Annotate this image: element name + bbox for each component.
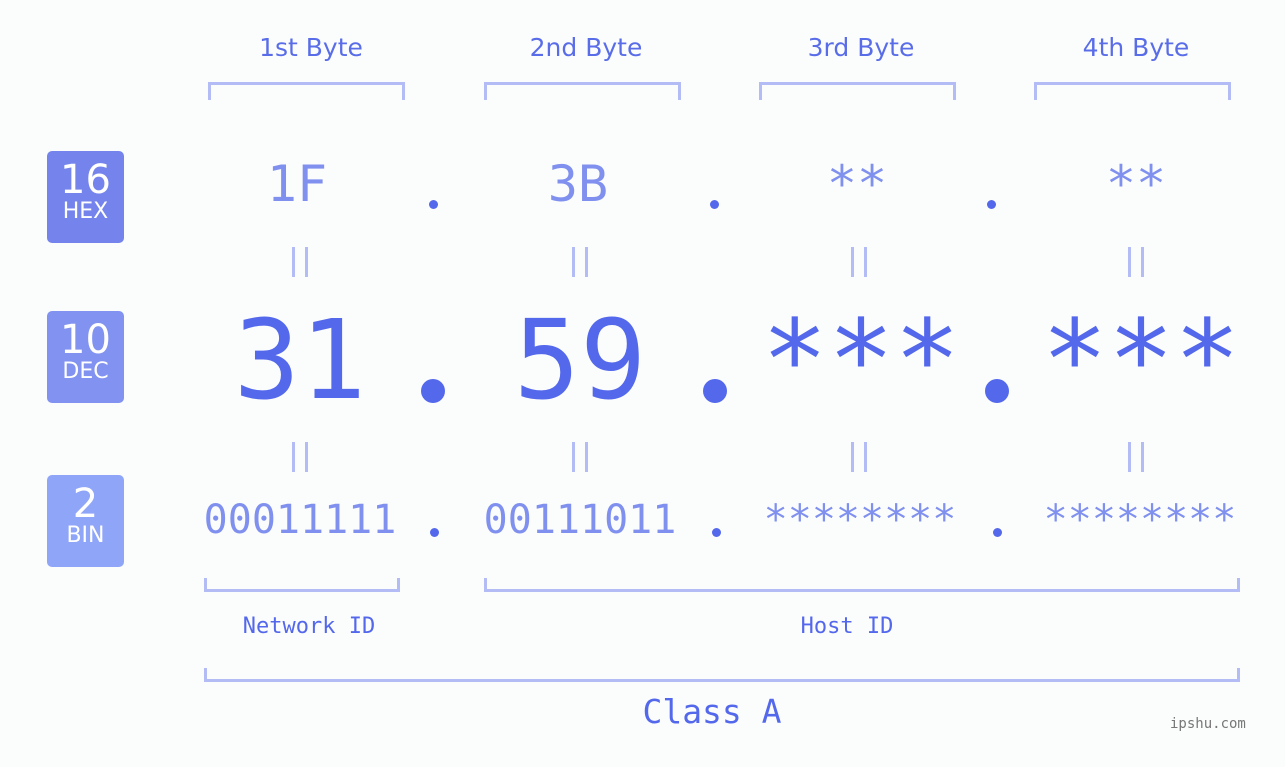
bin-octet-1: 00011111 — [203, 497, 397, 543]
dec-octet-2: 59 — [513, 296, 647, 424]
byte-header-2: 2nd Byte — [529, 33, 643, 62]
hex-octet-4: ** — [1105, 155, 1167, 213]
hex-octet-3: ** — [826, 155, 888, 213]
dec-badge-base: 10 — [60, 317, 111, 363]
equals-icon — [292, 247, 308, 277]
dec-octet-4: *** — [1041, 296, 1241, 424]
hex-badge-label: HEX — [62, 199, 109, 224]
hex-separator-dot — [987, 200, 996, 209]
bin-octet-2: 00111011 — [483, 497, 677, 543]
hex-badge-base: 16 — [60, 157, 111, 203]
hex-badge: 16 HEX — [47, 151, 124, 243]
dec-separator-dot — [985, 379, 1009, 403]
hex-separator-dot — [710, 200, 719, 209]
dec-separator-dot — [703, 379, 727, 403]
equals-icon — [572, 247, 588, 277]
dec-separator-dot — [421, 379, 445, 403]
class-label: Class A — [642, 692, 782, 731]
bin-badge-label: BIN — [66, 523, 105, 548]
host-id-label: Host ID — [800, 614, 894, 639]
hex-octet-1: 1F — [266, 155, 328, 213]
watermark: ipshu.com — [1170, 716, 1246, 732]
byte-bracket-2 — [484, 82, 681, 100]
byte-bracket-4 — [1034, 82, 1231, 100]
equals-icon — [851, 247, 867, 277]
dec-badge-label: DEC — [62, 359, 109, 384]
equals-icon — [292, 442, 308, 472]
network-id-label: Network ID — [242, 614, 376, 639]
dec-octet-3: *** — [761, 296, 961, 424]
equals-icon — [851, 442, 867, 472]
equals-icon — [1128, 247, 1144, 277]
bin-separator-dot — [993, 528, 1002, 537]
bin-octet-4: ******** — [1043, 497, 1237, 543]
byte-header-1: 1st Byte — [259, 33, 363, 62]
class-bracket — [204, 668, 1240, 682]
byte-bracket-3 — [759, 82, 956, 100]
byte-header-4: 4th Byte — [1082, 33, 1190, 62]
equals-icon — [1128, 442, 1144, 472]
host-id-bracket — [484, 578, 1240, 592]
byte-bracket-1 — [208, 82, 405, 100]
hex-separator-dot — [429, 200, 438, 209]
dec-badge: 10 DEC — [47, 311, 124, 403]
byte-header-3: 3rd Byte — [807, 33, 915, 62]
bin-badge: 2 BIN — [47, 475, 124, 567]
bin-badge-base: 2 — [72, 481, 99, 527]
equals-icon — [572, 442, 588, 472]
bin-separator-dot — [712, 528, 721, 537]
hex-octet-2: 3B — [547, 155, 609, 213]
bin-separator-dot — [430, 528, 439, 537]
bin-octet-3: ******** — [763, 497, 957, 543]
dec-octet-1: 31 — [233, 296, 367, 424]
network-id-bracket — [204, 578, 400, 592]
